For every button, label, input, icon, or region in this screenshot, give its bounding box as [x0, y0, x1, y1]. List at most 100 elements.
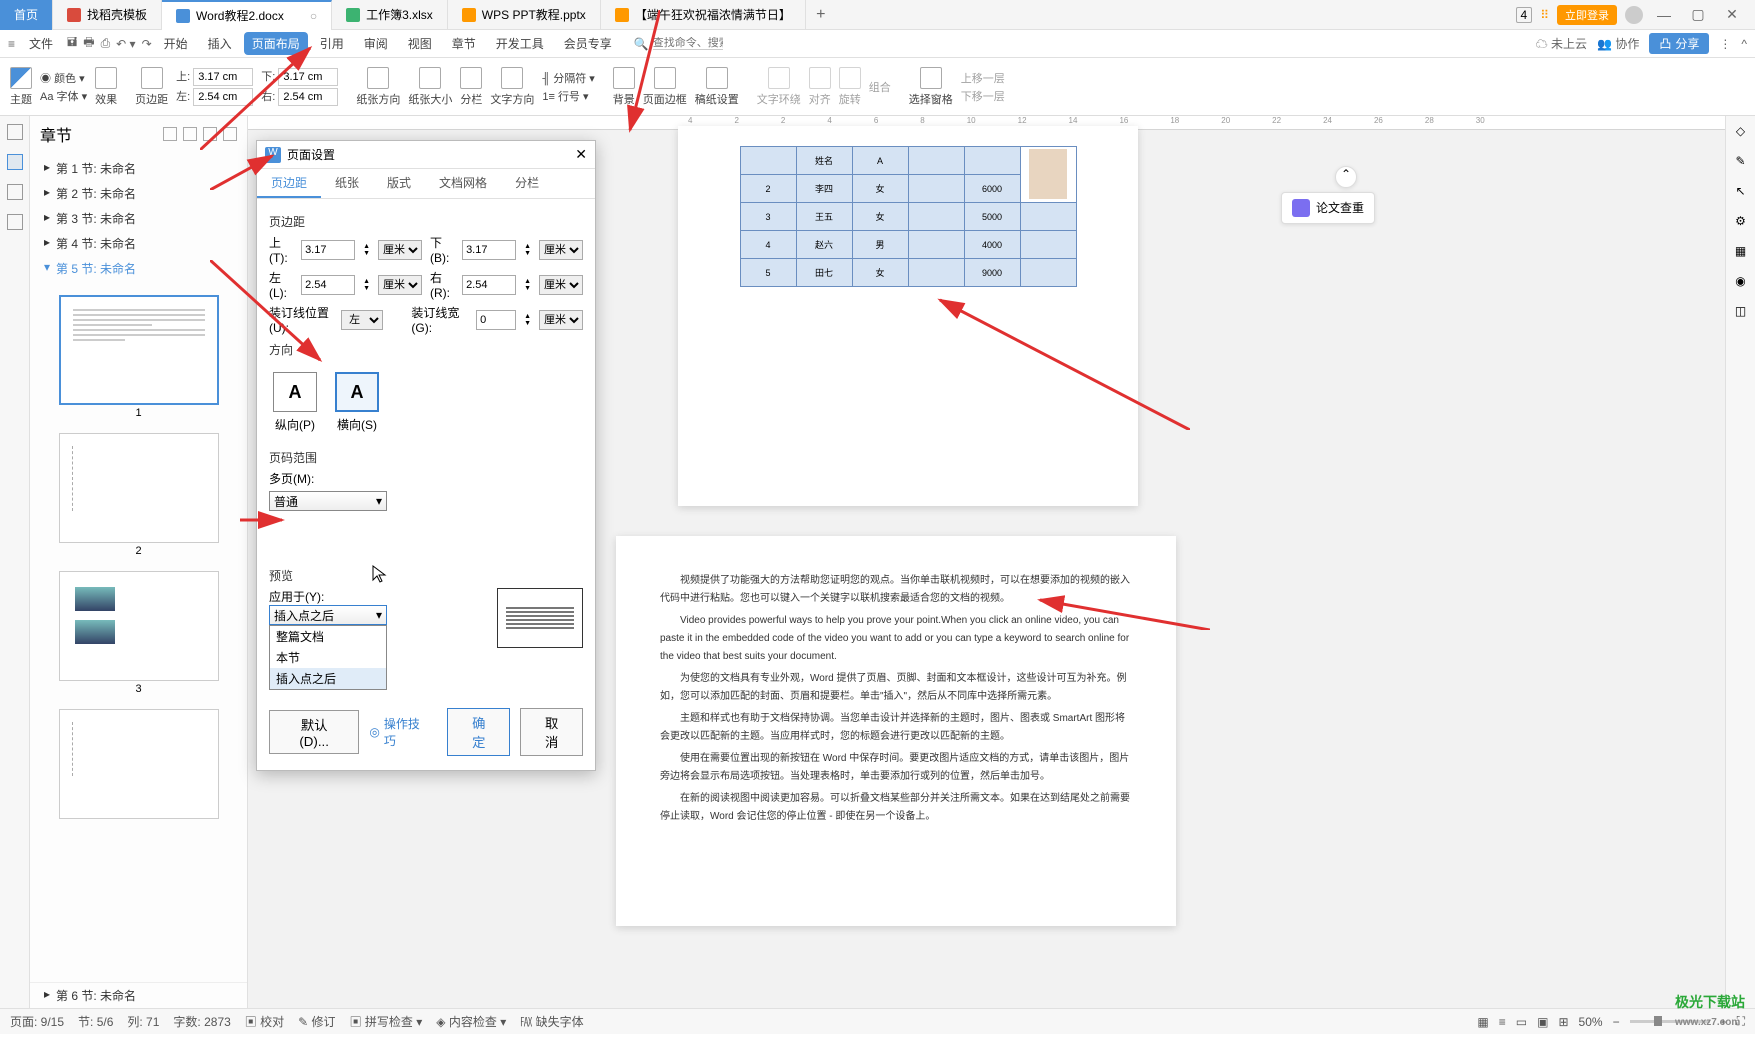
default-button[interactable]: 默认(D)... [269, 710, 359, 754]
close-icon[interactable]: ✕ [1719, 6, 1745, 23]
menu-view[interactable]: 视图 [400, 32, 440, 55]
cancel-button[interactable]: 取消 [520, 708, 583, 756]
section-item-5[interactable]: ▾ 第 5 节: 未命名 [30, 256, 247, 281]
dlg-right-input[interactable] [462, 275, 516, 295]
save-icon[interactable]: 🖬 [67, 33, 77, 54]
cloud-status[interactable]: ☁ 未上云 [1536, 35, 1587, 52]
menu-hamburger-icon[interactable]: ≡ [8, 37, 15, 51]
writing-paper-button[interactable]: 稿纸设置 [695, 67, 739, 107]
tab-find-template[interactable]: 找稻壳模板 [53, 0, 162, 30]
section-item-3[interactable]: ▸ 第 3 节: 未命名 [30, 206, 247, 231]
pencil-icon[interactable]: ✎ [1735, 154, 1745, 168]
tab-word-doc[interactable]: Word教程2.docx○ [162, 0, 332, 30]
multipage-select[interactable]: 普通▾ [269, 491, 387, 511]
share-button[interactable]: 凸分享 [1649, 33, 1709, 54]
view-read-icon[interactable]: ▣ [1537, 1015, 1548, 1029]
thumb-page-2[interactable] [59, 433, 219, 543]
dlg-gutter-pos[interactable]: 左 [341, 310, 383, 330]
menu-sections[interactable]: 章节 [444, 32, 484, 55]
apply-option-after-insert[interactable]: 插入点之后 [270, 668, 386, 689]
dialog-tab-columns[interactable]: 分栏 [501, 169, 553, 198]
menu-vip[interactable]: 会员专享 [556, 32, 620, 55]
dlg-left-unit[interactable]: 厘米 [378, 275, 422, 295]
zoom-fit-icon[interactable]: ⊞ [1558, 1015, 1568, 1029]
cursor-icon[interactable]: ↖ [1735, 184, 1745, 198]
bookmark-icon[interactable] [7, 184, 23, 200]
paper-size-button[interactable]: 纸张大小 [408, 67, 452, 107]
thumb-page-1[interactable] [59, 295, 219, 405]
menu-insert[interactable]: 插入 [200, 32, 240, 55]
word-count[interactable]: 字数: 2873 [173, 1013, 230, 1030]
print-icon[interactable]: 🖶 [83, 33, 94, 54]
command-search-input[interactable] [653, 37, 723, 50]
portrait-option[interactable]: A纵向(P) [273, 372, 317, 433]
selection-pane-button[interactable]: 选择窗格 [909, 67, 953, 107]
chevron-up-icon[interactable]: ^ [1741, 37, 1747, 51]
tab-presentation2[interactable]: 【端午狂欢祝福浓情满节日】 [601, 0, 806, 30]
page-border-button[interactable]: 页面边框 [643, 67, 687, 107]
collapse-icon[interactable] [223, 127, 237, 141]
outline-icon[interactable] [7, 124, 23, 140]
split-icon[interactable]: ◫ [1735, 304, 1746, 318]
view-print-icon[interactable]: ▦ [1477, 1015, 1488, 1029]
theme-button[interactable]: 主题 [10, 67, 32, 107]
orientation-button[interactable]: 纸张方向 [356, 67, 400, 107]
menu-file[interactable]: 文件 [21, 32, 61, 55]
apply-option-whole-doc[interactable]: 整篇文档 [270, 626, 386, 647]
margin-left-input[interactable] [193, 88, 253, 106]
diamond-icon[interactable]: ◇ [1736, 124, 1745, 138]
scroll-top-button[interactable]: ⌃ [1335, 166, 1357, 188]
dialog-tab-grid[interactable]: 文档网格 [425, 169, 501, 198]
search-panel-icon[interactable] [7, 214, 23, 230]
redo-icon[interactable]: ↷ [142, 37, 152, 51]
dlg-bottom-input[interactable] [462, 240, 516, 260]
revision-button[interactable]: ✎ 修订 [298, 1013, 335, 1030]
login-button[interactable]: 立即登录 [1557, 5, 1617, 25]
more-icon[interactable]: ⋮ [1719, 37, 1731, 51]
line-number-button[interactable]: 1≡ 行号 ▾ [542, 88, 594, 104]
minimize-icon[interactable]: — [1651, 7, 1677, 23]
margin-right-input[interactable] [278, 88, 338, 106]
font-button[interactable]: Aa 字体 ▾ [40, 88, 87, 104]
new-tab-button[interactable]: + [806, 6, 836, 24]
menu-start[interactable]: 开始 [156, 32, 196, 55]
dialog-tab-paper[interactable]: 纸张 [321, 169, 373, 198]
columns-button[interactable]: 分栏 [460, 67, 482, 107]
add-section-icon[interactable] [163, 127, 177, 141]
text-direction-button[interactable]: 文字方向 [490, 67, 534, 107]
settings-icon[interactable]: ⚙ [1735, 214, 1746, 228]
tab-home[interactable]: 首页 [0, 0, 53, 30]
color-button[interactable]: ◉ 颜色 ▾ [40, 70, 87, 86]
zoom-out-button[interactable]: − [1613, 1015, 1620, 1029]
dialog-close-icon[interactable]: ✕ [575, 146, 587, 163]
margins-button[interactable]: 页边距 [135, 67, 168, 107]
tab-ppt[interactable]: WPS PPT教程.pptx [448, 0, 601, 30]
dlg-top-input[interactable] [301, 240, 355, 260]
dlg-gutter-unit[interactable]: 厘米 [539, 310, 583, 330]
section-item-2[interactable]: ▸ 第 2 节: 未命名 [30, 181, 247, 206]
menu-references[interactable]: 引用 [312, 32, 352, 55]
sections-panel-icon[interactable] [7, 154, 23, 170]
menu-developer[interactable]: 开发工具 [488, 32, 552, 55]
menu-page-layout[interactable]: 页面布局 [244, 32, 308, 55]
coop-button[interactable]: 👥 协作 [1597, 35, 1639, 52]
preview-icon[interactable]: ⎙ [101, 36, 111, 51]
page-indicator[interactable]: 页面: 9/15 [10, 1013, 64, 1030]
maximize-icon[interactable]: ▢ [1685, 6, 1711, 23]
location-icon[interactable]: ◉ [1735, 274, 1745, 288]
section-item-1[interactable]: ▸ 第 1 节: 未命名 [30, 156, 247, 181]
dlg-bottom-unit[interactable]: 厘米 [539, 240, 583, 260]
undo-icon[interactable]: ↶ ▾ [116, 37, 135, 51]
expand-icon[interactable] [203, 127, 217, 141]
zoom-level[interactable]: 50% [1579, 1015, 1603, 1029]
avatar-icon[interactable] [1625, 6, 1643, 24]
tab-xlsx[interactable]: 工作簿3.xlsx [332, 0, 448, 30]
content-check-button[interactable]: ◈ 内容检查 ▾ [436, 1013, 506, 1030]
thumb-page-3[interactable] [59, 571, 219, 681]
apply-to-select[interactable]: 插入点之后▾ [269, 605, 387, 625]
margin-top-input[interactable] [193, 68, 253, 86]
proofing-button[interactable]: ▣ 校对 [245, 1013, 284, 1030]
thumb-page-4[interactable] [59, 709, 219, 819]
section-item-6[interactable]: ▸ 第 6 节: 未命名 [30, 982, 247, 1008]
paper-check-button[interactable]: 论文查重 [1281, 192, 1375, 224]
